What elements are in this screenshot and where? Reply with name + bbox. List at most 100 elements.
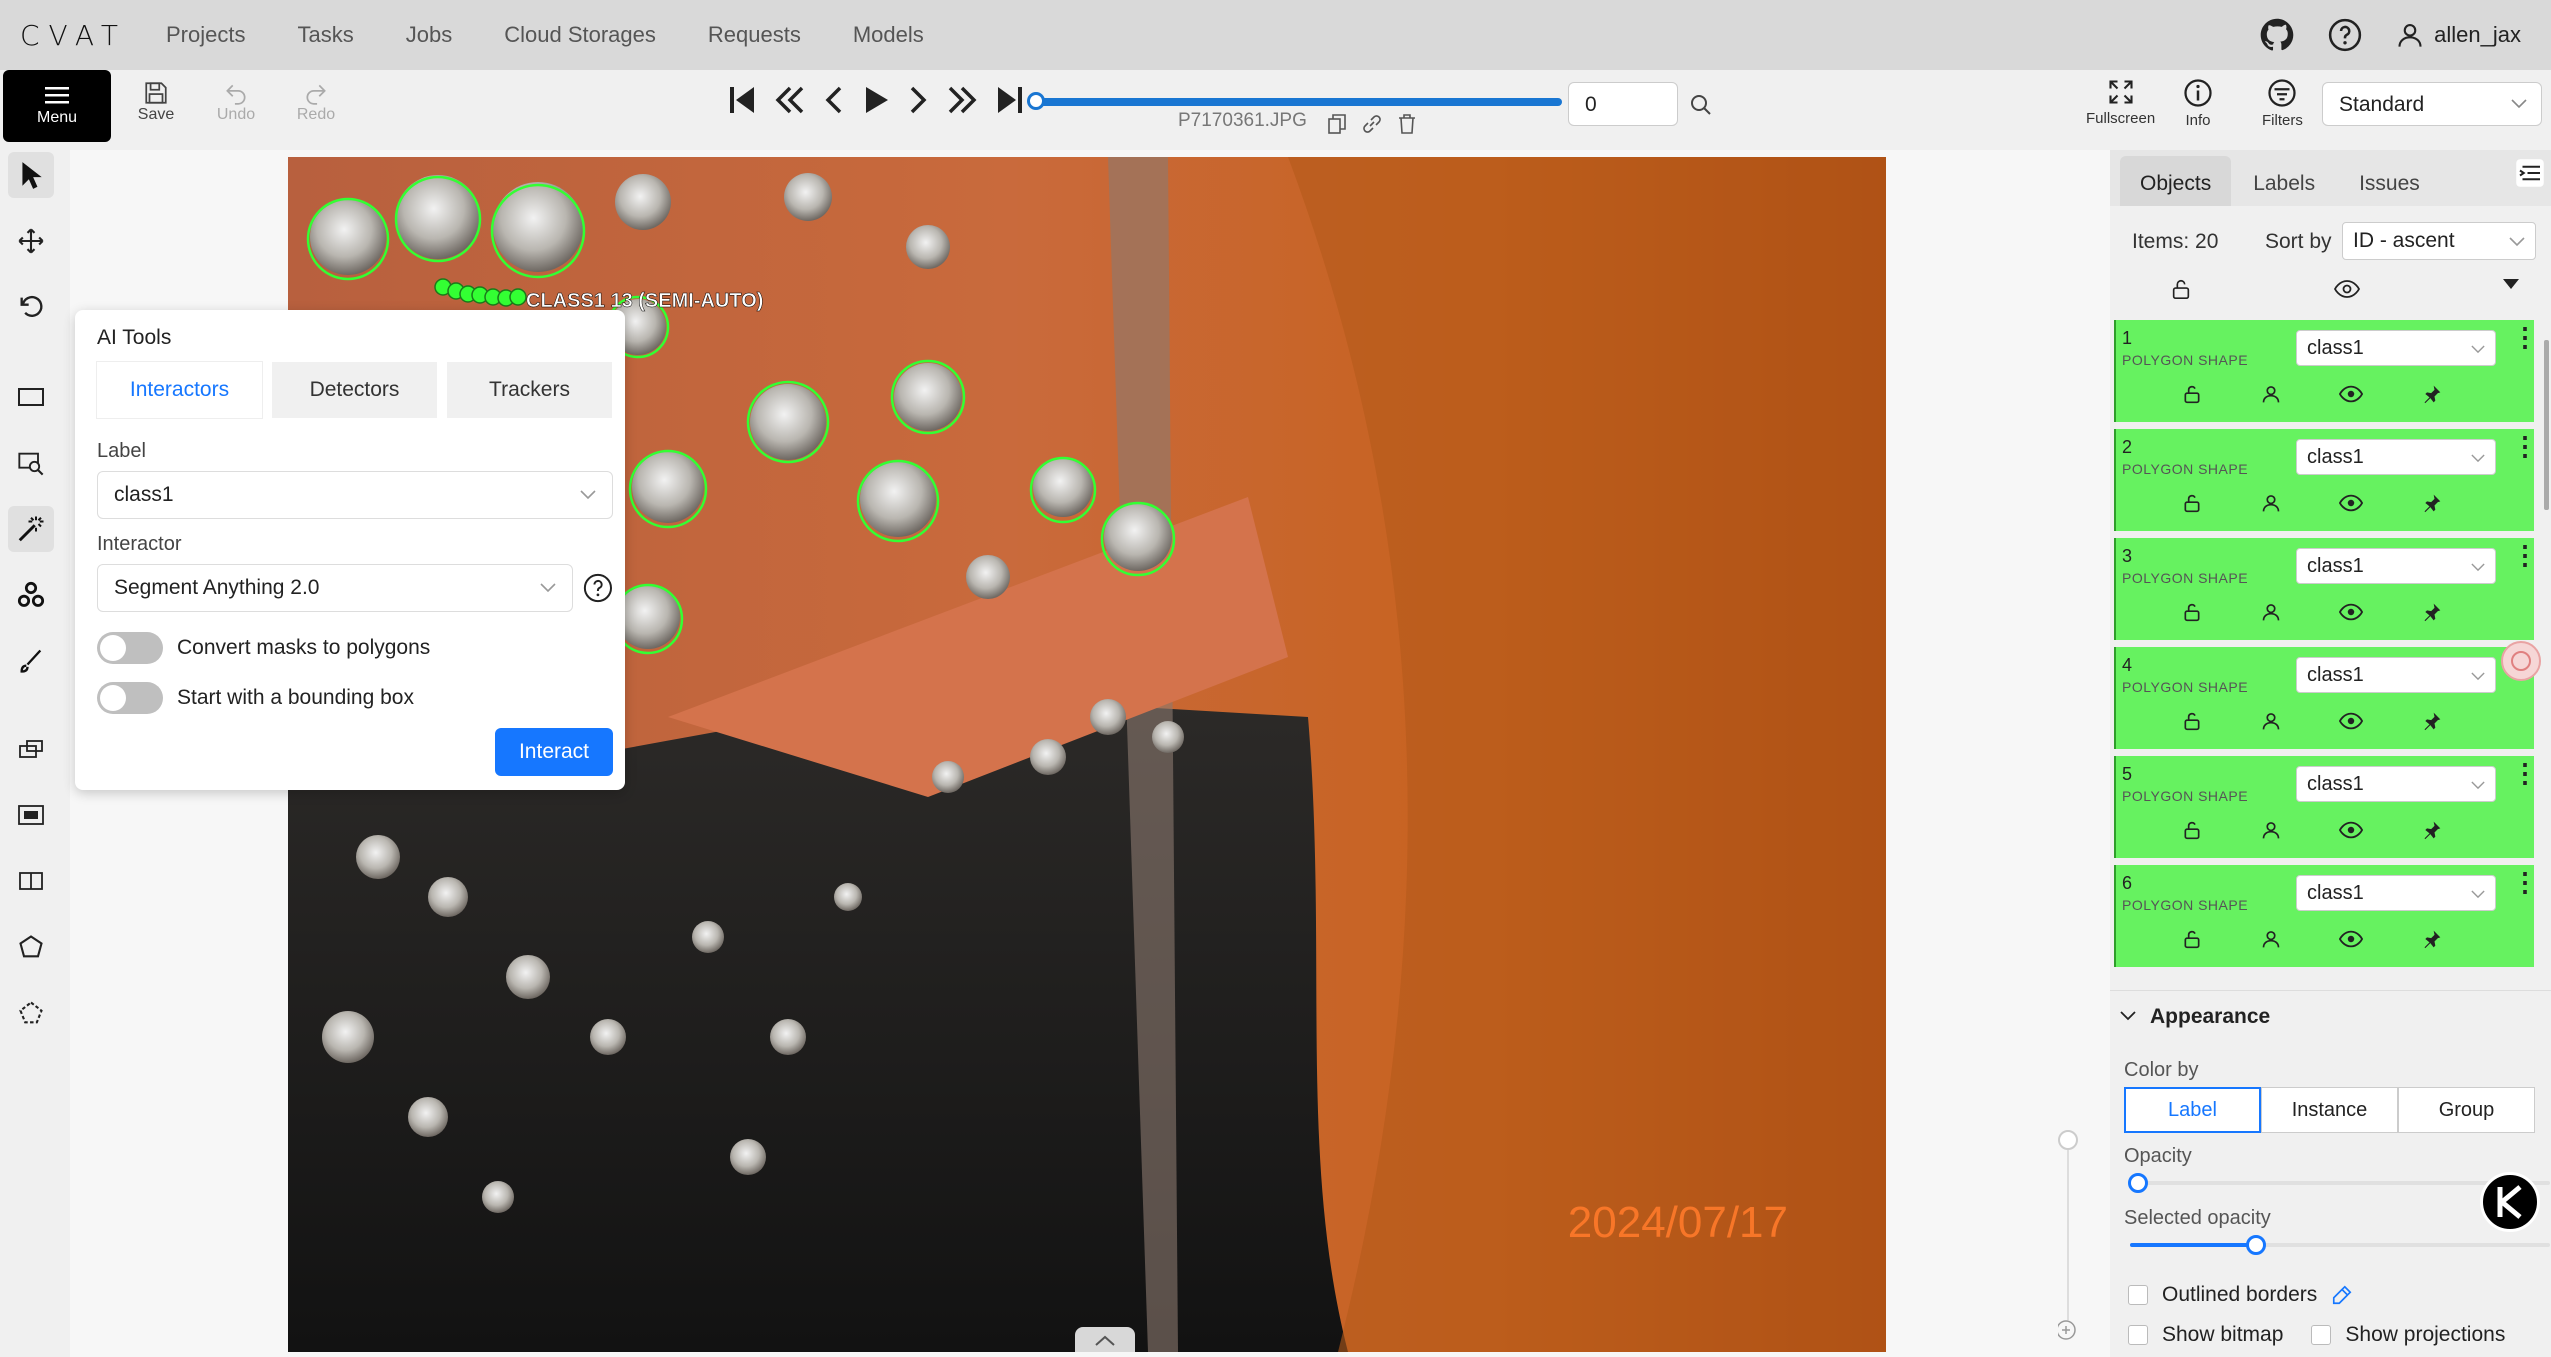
selected-opacity-slider[interactable]	[2130, 1243, 2550, 1247]
show-bitmap-checkbox[interactable]	[2128, 1325, 2148, 1345]
bounding-box-toggle[interactable]	[97, 682, 163, 714]
pin-icon[interactable]	[2422, 602, 2442, 622]
pin-icon[interactable]	[2422, 929, 2442, 949]
interactor-select[interactable]: Segment Anything 2.0	[97, 564, 574, 612]
eye-icon[interactable]	[2339, 493, 2364, 513]
delete-frame-icon[interactable]	[1398, 114, 1416, 134]
lock-icon[interactable]	[2182, 711, 2202, 731]
nav-requests[interactable]: Requests	[708, 22, 801, 48]
eye-all-icon[interactable]	[2334, 278, 2360, 300]
help-icon[interactable]	[2328, 18, 2362, 52]
undo-button[interactable]: Undo	[196, 80, 276, 124]
user-icon[interactable]	[2261, 929, 2281, 949]
opacity-handle[interactable]	[2128, 1173, 2149, 1193]
show-projections-checkbox[interactable]	[2311, 1325, 2332, 1345]
eye-icon[interactable]	[2339, 384, 2364, 404]
object-list-scrollbar[interactable]	[2542, 320, 2551, 980]
eye-icon[interactable]	[2339, 929, 2364, 949]
username[interactable]: allen_jax	[2434, 22, 2521, 48]
draw-polygon-tool[interactable]	[8, 924, 54, 970]
object-menu-icon[interactable]: ⋮	[2512, 324, 2538, 350]
lock-icon[interactable]	[2182, 602, 2202, 622]
move-tool[interactable]	[8, 218, 54, 264]
fit-image-tool[interactable]	[8, 374, 54, 420]
forward-step-icon[interactable]	[946, 84, 978, 116]
chevron-down-icon[interactable]	[2120, 1011, 2136, 1021]
first-frame-icon[interactable]	[728, 84, 756, 116]
collapse-sidebar-icon[interactable]	[2515, 158, 2545, 188]
menu-button[interactable]: Menu	[3, 70, 111, 142]
object-item[interactable]: 1 POLYGON SHAPE class1 ⋮	[2114, 320, 2538, 422]
color-by-group-button[interactable]: Group	[2398, 1087, 2535, 1133]
search-icon[interactable]	[1690, 94, 1712, 116]
label-select[interactable]: class1	[97, 471, 613, 519]
pin-icon[interactable]	[2422, 493, 2442, 513]
pin-icon[interactable]	[2422, 384, 2442, 404]
frame-number-input[interactable]: 0	[1568, 82, 1678, 126]
previous-frame-icon[interactable]	[824, 84, 844, 116]
user-icon[interactable]	[2261, 493, 2281, 513]
object-menu-icon[interactable]: ⋮	[2512, 760, 2538, 786]
object-menu-icon[interactable]: ⋮	[2512, 869, 2538, 895]
draw-rectangle-tool[interactable]	[8, 726, 54, 772]
object-item[interactable]: 4POLYGON SHAPEclass1⋮	[2114, 647, 2538, 749]
object-item[interactable]: 2 POLYGON SHAPE class1 ⋮	[2114, 429, 2538, 531]
user-icon[interactable]	[2261, 384, 2281, 404]
tab-issues[interactable]: Issues	[2337, 172, 2442, 206]
tab-objects[interactable]: Objects	[2120, 156, 2232, 206]
caret-down-icon[interactable]	[2502, 278, 2520, 290]
interact-button[interactable]: Interact	[495, 728, 613, 776]
object-item[interactable]: 6 POLYGON SHAPE class1 ⋮	[2114, 865, 2538, 967]
draw-ellipse-tool[interactable]	[8, 792, 54, 838]
play-icon[interactable]	[862, 84, 890, 116]
nav-jobs[interactable]: Jobs	[406, 22, 452, 48]
draw-cuboid-tool[interactable]	[8, 858, 54, 904]
tab-detectors[interactable]: Detectors	[272, 362, 437, 418]
redo-button[interactable]: Redo	[276, 80, 356, 124]
object-menu-icon[interactable]: ⋮	[2512, 433, 2538, 459]
info-button[interactable]: Info	[2183, 78, 2213, 129]
save-button[interactable]: Save	[116, 80, 196, 124]
eye-icon[interactable]	[2339, 820, 2364, 840]
frame-slider-handle[interactable]	[1027, 92, 1045, 110]
nav-cloud-storages[interactable]: Cloud Storages	[504, 22, 656, 48]
convert-masks-toggle[interactable]	[97, 632, 163, 664]
color-picker-icon[interactable]	[2331, 1284, 2353, 1306]
brush-tool[interactable]	[8, 638, 54, 684]
workspace-select[interactable]: Standard	[2322, 82, 2542, 126]
tab-interactors[interactable]: Interactors	[97, 362, 262, 418]
lock-icon[interactable]	[2182, 820, 2202, 840]
object-menu-icon[interactable]: ⋮	[2512, 542, 2538, 568]
tab-trackers[interactable]: Trackers	[447, 362, 612, 418]
object-label-select[interactable]: class1	[2296, 766, 2496, 802]
opencv-tool[interactable]	[8, 572, 54, 618]
user-icon[interactable]	[2261, 711, 2281, 731]
image-expand-tab[interactable]	[1075, 1327, 1135, 1352]
nav-models[interactable]: Models	[853, 22, 924, 48]
pin-icon[interactable]	[2422, 711, 2442, 731]
lock-icon[interactable]	[2182, 384, 2202, 404]
side-avatar-icon[interactable]	[2500, 640, 2542, 682]
sort-select[interactable]: ID - ascent	[2342, 222, 2536, 260]
tab-labels[interactable]: Labels	[2231, 172, 2337, 206]
zoom-region-tool[interactable]	[8, 440, 54, 486]
copy-filename-icon[interactable]	[1328, 114, 1346, 134]
user-icon[interactable]	[2396, 21, 2424, 49]
lock-all-icon[interactable]	[2170, 278, 2192, 300]
object-label-select[interactable]: class1	[2296, 548, 2496, 584]
nav-projects[interactable]: Projects	[166, 22, 245, 48]
object-label-select[interactable]: class1	[2296, 657, 2496, 693]
filters-button[interactable]: Filters	[2262, 78, 2303, 129]
zoom-slider[interactable]	[2058, 1130, 2088, 1350]
nav-tasks[interactable]: Tasks	[297, 22, 353, 48]
lock-icon[interactable]	[2182, 493, 2202, 513]
assistant-badge[interactable]	[2480, 1172, 2540, 1232]
eye-icon[interactable]	[2339, 711, 2364, 731]
next-frame-icon[interactable]	[908, 84, 928, 116]
back-step-icon[interactable]	[774, 84, 806, 116]
object-item[interactable]: 5 POLYGON SHAPE class1 ⋮	[2114, 756, 2538, 858]
eye-icon[interactable]	[2339, 602, 2364, 622]
color-by-label-button[interactable]: Label	[2124, 1087, 2261, 1133]
cvat-logo[interactable]: CVAT	[20, 19, 130, 52]
github-icon[interactable]	[2260, 18, 2294, 52]
